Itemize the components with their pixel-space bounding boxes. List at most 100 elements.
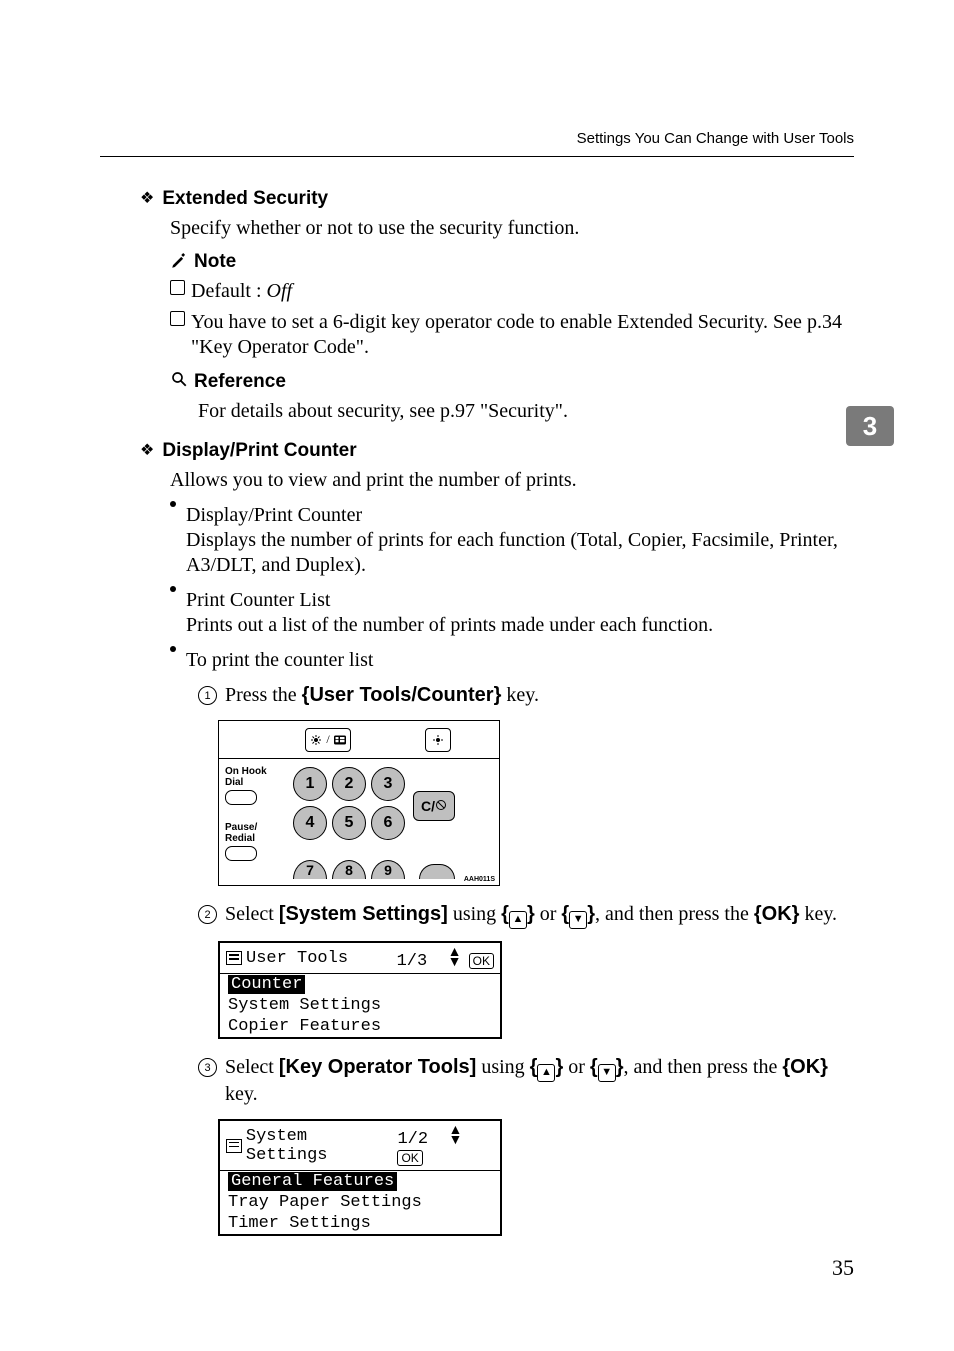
step3-ok: OK — [790, 1056, 820, 1078]
partial-key — [419, 864, 455, 879]
step3-mid: using — [476, 1056, 529, 1078]
heading-display-print-counter: ❖ Display/Print Counter — [140, 440, 854, 462]
step1-key: User Tools/Counter — [309, 684, 493, 706]
list-icon — [226, 951, 242, 965]
box-bullet-icon — [170, 311, 185, 326]
lcd1-title: User Tools — [246, 949, 348, 968]
diamond-icon: ❖ — [140, 191, 154, 207]
reference-label: Reference — [194, 371, 286, 393]
sec2-intro: Allows you to view and print the number … — [170, 468, 854, 493]
on-hook-dial-button — [225, 790, 257, 805]
keypad-illustration: / On Hook Dial Pause/ Redial 1 — [218, 720, 500, 886]
stop-icon — [435, 798, 447, 814]
key-8: 8 — [332, 860, 366, 879]
step2-then: , and then press the — [595, 903, 754, 925]
note-heading: Note — [170, 251, 854, 273]
key-9: 9 — [371, 860, 405, 879]
lcd1-pager: 1/3 — [397, 952, 428, 971]
step2-mid: using — [448, 903, 501, 925]
magnifier-icon — [170, 370, 188, 393]
pause-redial-label-b: Redial — [225, 834, 287, 845]
note-default-prefix: Default : — [191, 280, 267, 302]
step-1: 1 Press the {User Tools/Counter} key. — [198, 683, 854, 708]
key-5: 5 — [332, 806, 366, 840]
bullet-to-print-counter-list: To print the counter list — [170, 648, 854, 673]
updown-icon: ▲▼ — [448, 1124, 459, 1144]
up-arrow-key-icon: ▲ — [509, 911, 527, 929]
note-item-2: You have to set a 6-digit key operator c… — [170, 310, 854, 360]
step-2: 2 Select [System Settings] using {▲} or … — [198, 902, 854, 929]
step3-pre: Select — [225, 1056, 279, 1078]
numeric-keypad: 1 2 3 4 5 6 7 8 9 — [293, 767, 405, 879]
heading-text: Extended Security — [162, 188, 328, 210]
step2-pre: Select — [225, 903, 279, 925]
user-tools-counter-button-icon: / — [305, 728, 351, 752]
diamond-icon: ❖ — [140, 443, 154, 459]
lcd1-row-1: System Settings — [220, 995, 500, 1016]
step-3: 3 Select [Key Operator Tools] using {▲} … — [198, 1055, 854, 1107]
bullet1-title: Display/Print Counter — [186, 504, 362, 526]
key-6: 6 — [371, 806, 405, 840]
pencil-icon — [170, 252, 188, 273]
key-1: 1 — [293, 767, 327, 801]
bullet-icon — [170, 586, 176, 592]
pause-redial-button — [225, 846, 257, 861]
pause-redial-label-a: Pause/ — [225, 823, 287, 834]
running-head: Settings You Can Change with User Tools — [577, 130, 854, 147]
step-number-3: 3 — [198, 1058, 217, 1077]
on-hook-dial-label: On Hook Dial — [225, 767, 287, 788]
bullet-icon — [170, 501, 176, 507]
header-rule — [100, 156, 854, 157]
key-7: 7 — [293, 860, 327, 879]
updown-icon: ▲▼ — [448, 946, 459, 966]
down-arrow-key-icon: ▼ — [598, 1064, 616, 1082]
bullet-print-counter-list: Print Counter List Prints out a list of … — [170, 588, 854, 638]
ok-icon: OK — [469, 953, 494, 969]
bullet2-title: Print Counter List — [186, 589, 330, 611]
lcd2-pager: 1/2 — [397, 1130, 428, 1149]
heading-text: Display/Print Counter — [162, 440, 356, 462]
lcd1-row-0: Counter — [228, 975, 305, 994]
step3-item: [Key Operator Tools] — [279, 1056, 476, 1078]
bullet-display-print-counter: Display/Print Counter Displays the numbe… — [170, 503, 854, 578]
lcd-user-tools: User Tools 1/3 ▲▼ OK Counter System Sett… — [218, 941, 502, 1039]
note-label: Note — [194, 251, 236, 273]
reference-text: For details about security, see p.97 "Se… — [198, 399, 854, 424]
ok-icon: OK — [397, 1150, 422, 1166]
step3-then: , and then press the — [624, 1056, 783, 1078]
key-3: 3 — [371, 767, 405, 801]
step3-or: or — [563, 1056, 590, 1078]
lcd2-row-0: General Features — [228, 1172, 397, 1191]
reference-heading: Reference — [170, 370, 854, 393]
top-button-2 — [425, 728, 451, 752]
step2-post: key. — [799, 903, 837, 925]
clear-key: C/ — [413, 791, 455, 821]
note-item-default: Default : Off — [170, 279, 854, 304]
sec1-intro: Specify whether or not to use the securi… — [170, 216, 854, 241]
bullet-icon — [170, 646, 176, 652]
step-number-1: 1 — [198, 686, 217, 705]
note-default-value: Off — [267, 280, 293, 302]
clear-key-label: C/ — [421, 798, 435, 814]
lcd2-row-1: Tray Paper Settings — [220, 1192, 500, 1213]
page-number: 35 — [832, 1255, 854, 1281]
step-number-2: 2 — [198, 905, 217, 924]
step2-or: or — [535, 903, 562, 925]
list-icon — [226, 1139, 242, 1153]
note-item-2-text: You have to set a 6-digit key operator c… — [191, 310, 854, 360]
key-4: 4 — [293, 806, 327, 840]
step1-post: key. — [501, 684, 539, 706]
bullet3-title: To print the counter list — [186, 648, 854, 673]
lcd1-row-2: Copier Features — [220, 1016, 500, 1037]
lcd2-title: System Settings — [246, 1127, 398, 1165]
figure-caption: AAH011S — [464, 876, 495, 883]
lcd-system-settings: System Settings 1/2 ▲▼ OK General Featur… — [218, 1119, 502, 1236]
bullet1-body: Displays the number of prints for each f… — [186, 529, 838, 576]
box-bullet-icon — [170, 280, 185, 295]
bullet2-body: Prints out a list of the number of print… — [186, 614, 713, 636]
heading-extended-security: ❖ Extended Security — [140, 188, 854, 210]
step1-pre: Press the — [225, 684, 302, 706]
up-arrow-key-icon: ▲ — [537, 1064, 555, 1082]
lcd2-row-2: Timer Settings — [220, 1213, 500, 1234]
step3-post: key. — [225, 1083, 258, 1105]
